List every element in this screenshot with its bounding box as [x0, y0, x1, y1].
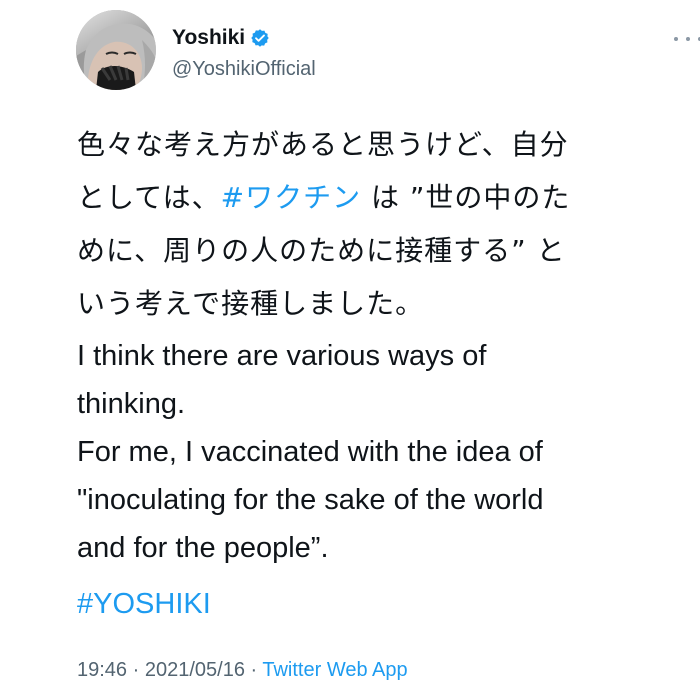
- en-line: "inoculating for the sake of the world: [77, 484, 544, 516]
- tweet-text-english: I think there are various ways of thinki…: [77, 332, 637, 572]
- more-dot: [674, 37, 678, 41]
- user-handle[interactable]: @YoshikiOfficial: [172, 58, 316, 81]
- more-dot: [686, 37, 690, 41]
- jp-line: めに、周りの人のために接種する” と: [77, 234, 566, 267]
- meta-separator: ·: [127, 659, 145, 681]
- tweet-source-link[interactable]: Twitter Web App: [262, 659, 407, 681]
- avatar-image: [76, 10, 156, 90]
- verified-badge-icon: [251, 29, 269, 47]
- tweet: Yoshiki @YoshikiOfficial 色々な考え方があると思うけど、…: [0, 0, 700, 700]
- en-line: I think there are various ways of: [77, 340, 487, 372]
- tweet-time[interactable]: 19:46: [77, 659, 127, 681]
- en-line: thinking.: [77, 388, 186, 420]
- jp-line: としては、#ワクチン は ”世の中のた: [77, 171, 637, 224]
- name-row: Yoshiki: [172, 26, 270, 50]
- jp-line-prefix: としては、: [77, 181, 221, 214]
- hashtag-vaccine-link[interactable]: #ワクチン: [221, 181, 361, 214]
- meta-separator: ·: [244, 659, 263, 681]
- jp-line: 色々な考え方があると思うけど、自分: [77, 128, 569, 161]
- tweet-meta: 19:46 · 2021/05/16 · Twitter Web App: [77, 659, 408, 682]
- more-options-icon[interactable]: [674, 32, 700, 46]
- jp-line-suffix: は ”世の中のた: [361, 181, 571, 214]
- tweet-text-japanese: 色々な考え方があると思うけど、自分 としては、#ワクチン は ”世の中のた めに…: [77, 118, 637, 330]
- display-name[interactable]: Yoshiki: [172, 26, 245, 50]
- tweet-date[interactable]: 2021/05/16: [145, 659, 245, 681]
- jp-line: いう考えで接種しました。: [77, 287, 425, 320]
- en-line: For me, I vaccinated with the idea of: [77, 436, 543, 468]
- en-line: and for the people”.: [77, 532, 329, 564]
- tweet-header: Yoshiki @YoshikiOfficial: [76, 10, 700, 90]
- hashtag-yoshiki-link[interactable]: #YOSHIKI: [77, 580, 211, 628]
- avatar[interactable]: [76, 10, 156, 90]
